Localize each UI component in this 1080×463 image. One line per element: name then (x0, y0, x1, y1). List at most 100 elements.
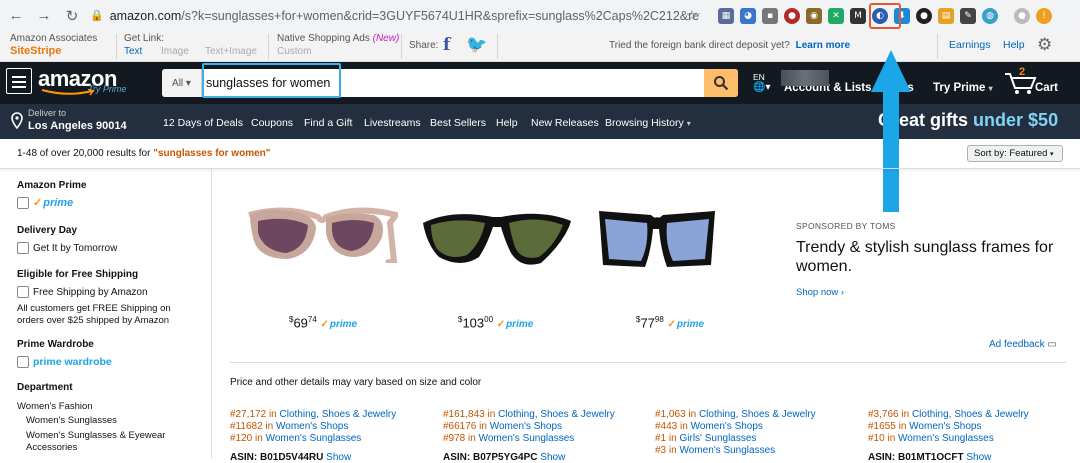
filter-heading-amazon-prime: Amazon Prime (17, 180, 87, 191)
filter-get-tomorrow[interactable]: Get It by Tomorrow (17, 242, 117, 254)
reload-icon[interactable]: ↻ (60, 4, 84, 28)
rank-category-link[interactable]: Clothing, Shoes & Jewelry (498, 409, 615, 420)
get-link-label: Get Link: (124, 33, 165, 44)
update-icon[interactable]: ! (1036, 7, 1052, 24)
checkbox[interactable] (17, 242, 29, 254)
bookmark-star-icon[interactable]: ☆ (685, 7, 698, 24)
rank-category-link[interactable]: Women's Sunglasses (679, 445, 775, 456)
get-link-text[interactable]: Text (124, 46, 142, 58)
rank-category-link[interactable]: Women's Shops (490, 421, 562, 432)
extension-icon[interactable]: ◍ (982, 7, 998, 24)
product-image-square-black[interactable] (595, 205, 719, 271)
globe-icon[interactable]: 🌐▾ (753, 82, 770, 93)
checkbox[interactable] (17, 196, 29, 209)
learn-more-link[interactable]: Learn more (796, 40, 850, 51)
forward-icon[interactable]: → (32, 4, 56, 28)
extension-icon[interactable]: ✕ (828, 7, 844, 24)
rank-category-link[interactable]: Women's Shops (276, 421, 348, 432)
results-info-bar: 1-48 of over 20,000 results for "sunglas… (0, 139, 1080, 169)
native-ads-custom[interactable]: Custom (277, 46, 311, 58)
sort-dropdown[interactable]: Sort by: Featured ▾ (967, 145, 1063, 162)
sitestripe-bar: Amazon Associates SiteStripe Get Link: T… (0, 31, 1080, 62)
filter-prime[interactable]: prime (17, 196, 73, 209)
product-price[interactable]: $7798 prime (636, 315, 704, 330)
twitter-icon[interactable]: 🐦 (466, 35, 487, 55)
settings-gear-icon[interactable]: ⚙ (1037, 35, 1052, 55)
facebook-icon[interactable]: f (443, 35, 450, 55)
address-bar[interactable]: 🔒 amazon.com /s?k=sunglasses+for+women&c… (90, 4, 700, 28)
rank-category-link[interactable]: Women's Shops (691, 421, 763, 432)
rank-category-link[interactable]: Women's Sunglasses (898, 433, 994, 444)
browsing-history-text: Browsing History (605, 117, 684, 129)
profile-avatar[interactable]: ● (1014, 7, 1030, 24)
filter-prime-wardrobe[interactable]: prime wardrobe (17, 356, 112, 368)
hamburger-menu-icon[interactable] (6, 68, 32, 94)
try-prime-link[interactable]: Try Prime ▾ (933, 82, 993, 94)
rank-in: in (898, 421, 907, 432)
rank-number: #120 (230, 433, 253, 444)
rank-category-link[interactable]: Girls' Sunglasses (679, 433, 756, 444)
rank-category-link[interactable]: Clothing, Shoes & Jewelry (280, 409, 397, 420)
filter-get-tomorrow-label: Get It by Tomorrow (33, 242, 118, 254)
divider (116, 34, 117, 59)
shop-now-link[interactable]: Shop now › (796, 287, 844, 298)
filter-free-shipping[interactable]: Free Shipping by Amazon (17, 286, 148, 298)
nav-link-deals[interactable]: 12 Days of Deals (163, 117, 243, 129)
product-price[interactable]: $6974 prime (289, 315, 357, 330)
dept-womens-fashion[interactable]: Women's Fashion (17, 401, 207, 413)
prime-logo: prime (33, 196, 73, 209)
language-label[interactable]: EN (753, 72, 765, 82)
asin-show-link[interactable]: Show (540, 452, 565, 463)
rank-number: #1,063 (655, 409, 686, 420)
rank-in: in (688, 409, 697, 420)
nav-link-coupons[interactable]: Coupons (251, 117, 293, 129)
product-image-cat-eye-blush[interactable] (246, 203, 398, 263)
extension-search-icon[interactable]: ◕ (740, 7, 756, 24)
nav-link-new-releases[interactable]: New Releases (531, 117, 599, 129)
extension-icon[interactable]: ▪ (762, 7, 778, 24)
get-link-text-image[interactable]: Text+Image (205, 46, 257, 58)
rank-category-link[interactable]: Clothing, Shoes & Jewelry (699, 409, 816, 420)
extension-icon[interactable]: ▦ (718, 7, 734, 24)
help-link[interactable]: Help (1003, 39, 1025, 51)
nav-link-best-sellers[interactable]: Best Sellers (430, 117, 486, 129)
extension-icon[interactable]: ▤ (938, 7, 954, 24)
extension-icon[interactable]: ● (784, 7, 800, 24)
cart-label[interactable]: Cart (1035, 82, 1058, 94)
checkbox[interactable] (17, 286, 29, 298)
rank-category-link[interactable]: Clothing, Shoes & Jewelry (912, 409, 1029, 420)
dept-womens-sunglasses[interactable]: Women's Sunglasses (26, 415, 216, 427)
rank-category-link[interactable]: Women's Shops (909, 421, 981, 432)
nav-link-browsing-history[interactable]: Browsing History ▾ (605, 117, 691, 129)
asin-show-link[interactable]: Show (966, 452, 991, 463)
earnings-link[interactable]: Earnings (949, 39, 990, 51)
nav-link-find-gift[interactable]: Find a Gift (304, 117, 352, 129)
promo-text: Tried the foreign bank direct deposit ye… (609, 40, 790, 51)
filter-sidebar: Amazon Prime prime Delivery Day Get It b… (0, 169, 212, 459)
back-icon[interactable]: ← (4, 4, 28, 28)
extension-icon[interactable]: ● (916, 7, 932, 24)
sponsored-headline[interactable]: Trendy & stylish sunglass frames for wom… (796, 238, 1066, 276)
ad-feedback-link[interactable]: Ad feedback ▭ (989, 339, 1057, 350)
deliver-to-location[interactable]: Los Angeles 90014 (28, 120, 127, 132)
nav-link-help[interactable]: Help (496, 117, 518, 129)
extension-icon[interactable]: ✎ (960, 7, 976, 24)
extension-gmail-icon[interactable]: M (850, 7, 866, 24)
nav-link-livestreams[interactable]: Livestreams (364, 117, 421, 129)
extension-icon[interactable]: ◉ (806, 7, 822, 24)
gifts-promo-right: under $50 (973, 110, 1059, 130)
search-category-dropdown[interactable]: All ▾ (162, 69, 202, 97)
checkbox[interactable] (17, 356, 29, 368)
asin-show-link[interactable]: Show (326, 452, 351, 463)
search-button[interactable] (704, 69, 738, 97)
product-price[interactable]: $10300 prime (458, 315, 533, 330)
dept-womens-eyewear-accessories[interactable]: Women's Sunglasses & Eyewear Accessories (26, 430, 176, 453)
browser-toolbar: ← → ↻ 🔒 amazon.com /s?k=sunglasses+for+w… (0, 0, 1080, 31)
rank-category-link[interactable]: Women's Sunglasses (266, 433, 362, 444)
get-link-image[interactable]: Image (161, 46, 189, 58)
product-image-cat-eye-black[interactable] (421, 205, 573, 269)
rank-category-link[interactable]: Women's Sunglasses (479, 433, 575, 444)
rank-in: in (487, 409, 496, 420)
smile-icon (41, 89, 95, 96)
sponsored-label: SPONSORED BY TOMS (796, 221, 896, 231)
